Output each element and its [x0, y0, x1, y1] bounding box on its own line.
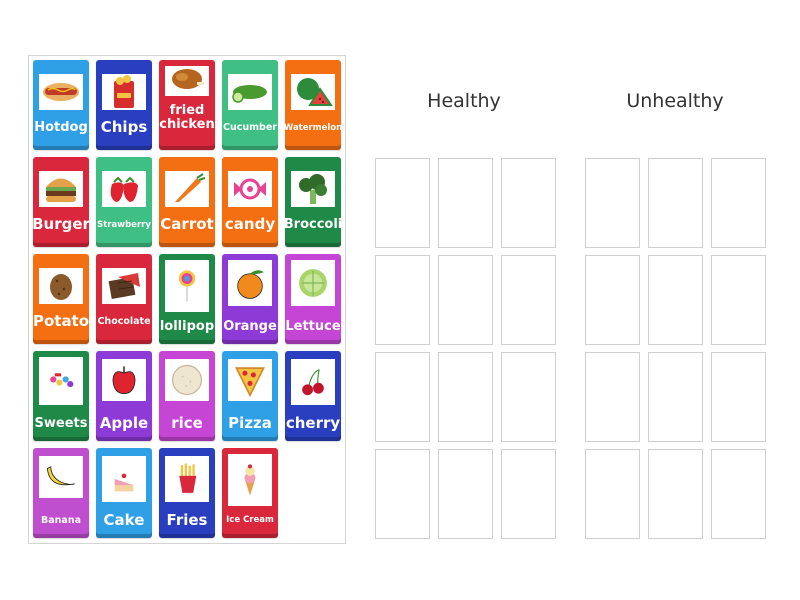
card-label: Ice Cream — [226, 514, 274, 525]
card-burger[interactable]: Burger — [33, 157, 89, 247]
card-label: Cucumber — [223, 122, 277, 134]
card-label: Sweets — [34, 416, 88, 432]
card-label: Orange — [223, 319, 277, 335]
card-candy[interactable]: candy — [222, 157, 278, 247]
watermelon-icon — [291, 74, 335, 110]
card-ice-cream[interactable]: Ice Cream — [222, 448, 278, 538]
card-label: candy — [224, 215, 276, 234]
card-hotdog[interactable]: Hotdog — [33, 60, 89, 150]
burger-icon — [39, 171, 83, 207]
card-label: Pizza — [228, 414, 272, 433]
card-label: lollipop — [159, 319, 215, 335]
drop-slot[interactable] — [585, 158, 640, 248]
card-label: fried chicken — [159, 103, 215, 132]
card-label: Burger — [33, 215, 89, 234]
card-chips[interactable]: Chips — [96, 60, 152, 150]
card-rice[interactable]: rice — [159, 351, 215, 441]
card-label: Carrot — [160, 215, 214, 234]
card-label: Potato — [33, 312, 89, 331]
card-chocolate[interactable]: Chocolate — [96, 254, 152, 344]
card-watermelon[interactable]: Watermelon — [285, 60, 341, 150]
drop-slot[interactable] — [501, 158, 556, 248]
drop-slot[interactable] — [501, 255, 556, 345]
drop-slot[interactable] — [375, 158, 430, 248]
drop-slot[interactable] — [438, 449, 493, 539]
card-strawberry[interactable]: Strawberry — [96, 157, 152, 247]
group-heading-healthy: Healthy — [427, 90, 501, 112]
carrot-icon — [165, 171, 209, 207]
group-heading-unhealthy: Unhealthy — [626, 90, 724, 112]
card-orange[interactable]: Orange — [222, 254, 278, 344]
card-label: Watermelon — [285, 122, 341, 133]
card-lollipop[interactable]: lollipop — [159, 254, 215, 344]
strawberry-icon — [102, 171, 146, 207]
card-label: cherry — [285, 414, 341, 433]
drop-slot[interactable] — [585, 449, 640, 539]
drop-slot[interactable] — [375, 255, 430, 345]
card-broccoli[interactable]: Broccoli — [285, 157, 341, 247]
lettuce-icon — [291, 260, 335, 306]
cherry-icon — [291, 359, 335, 405]
rice-icon — [165, 359, 209, 401]
drop-slot[interactable] — [711, 158, 766, 248]
card-label: Lettuce — [285, 319, 341, 335]
card-label: Apple — [99, 414, 149, 433]
drop-slot[interactable] — [585, 352, 640, 442]
card-potato[interactable]: Potato — [33, 254, 89, 344]
card-label: Strawberry — [97, 219, 151, 230]
card-label: Chips — [100, 118, 148, 137]
card-label: Fries — [166, 511, 208, 530]
drop-slot[interactable] — [375, 352, 430, 442]
card-fried-chicken[interactable]: fried chicken — [159, 60, 215, 150]
card-label: rice — [171, 414, 203, 433]
card-pizza[interactable]: Pizza — [222, 351, 278, 441]
drop-slot[interactable] — [438, 255, 493, 345]
drop-slot[interactable] — [711, 449, 766, 539]
drop-slot[interactable] — [648, 255, 703, 345]
card-lettuce[interactable]: Lettuce — [285, 254, 341, 344]
card-banana[interactable]: Banana — [33, 448, 89, 538]
drop-slot[interactable] — [438, 352, 493, 442]
drop-slot[interactable] — [711, 352, 766, 442]
card-cake[interactable]: Cake — [96, 448, 152, 538]
drop-slot[interactable] — [501, 352, 556, 442]
drop-slot[interactable] — [438, 158, 493, 248]
cucumber-icon — [228, 74, 272, 110]
pizza-icon — [228, 359, 272, 401]
drop-slot[interactable] — [648, 449, 703, 539]
card-fries[interactable]: Fries — [159, 448, 215, 538]
ice-cream-icon — [228, 454, 272, 506]
chips-icon — [102, 74, 146, 110]
drop-slot[interactable] — [501, 449, 556, 539]
drop-slot[interactable] — [375, 449, 430, 539]
broccoli-icon — [291, 171, 335, 207]
sweets-icon — [39, 357, 83, 405]
fries-icon — [165, 456, 209, 502]
banana-icon — [39, 456, 83, 498]
card-label: Banana — [41, 515, 81, 527]
card-cherry[interactable]: cherry — [285, 351, 341, 441]
hotdog-icon — [39, 74, 83, 110]
cake-icon — [102, 456, 146, 502]
card-cucumber[interactable]: Cucumber — [222, 60, 278, 150]
candy-icon — [228, 171, 272, 207]
drop-slot[interactable] — [648, 158, 703, 248]
card-label: Hotdog — [34, 120, 88, 136]
card-label: Broccoli — [285, 217, 341, 233]
card-sweets[interactable]: Sweets — [33, 351, 89, 441]
chocolate-icon — [102, 268, 146, 304]
lollipop-icon — [165, 260, 209, 312]
card-label: Chocolate — [97, 316, 151, 328]
drop-slot[interactable] — [585, 255, 640, 345]
card-apple[interactable]: Apple — [96, 351, 152, 441]
potato-icon — [39, 268, 83, 304]
card-carrot[interactable]: Carrot — [159, 157, 215, 247]
drop-slot[interactable] — [648, 352, 703, 442]
orange-icon — [228, 260, 272, 306]
drop-slot[interactable] — [711, 255, 766, 345]
fried-chicken-icon — [165, 66, 209, 96]
card-label: Cake — [103, 511, 145, 530]
apple-icon — [102, 359, 146, 401]
